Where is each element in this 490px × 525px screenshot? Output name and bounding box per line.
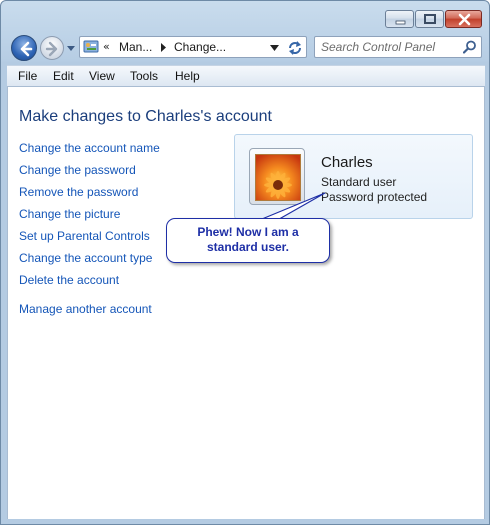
refresh-icon[interactable] xyxy=(284,38,306,58)
search-input[interactable] xyxy=(321,38,457,56)
forward-button[interactable] xyxy=(40,36,64,60)
back-arrow-icon xyxy=(20,41,33,57)
menu-bar: File Edit View Tools Help xyxy=(7,65,485,87)
manage-another-account-link[interactable]: Manage another account xyxy=(19,302,152,316)
account-picture-frame xyxy=(249,148,305,205)
minimize-button[interactable] xyxy=(385,10,414,28)
address-segment-change[interactable]: Change... xyxy=(174,40,226,54)
window-bottom-border xyxy=(1,519,489,524)
menu-edit[interactable]: Edit xyxy=(53,69,74,83)
address-bar[interactable]: « Man... Change... xyxy=(79,36,307,58)
back-button[interactable] xyxy=(11,35,37,61)
account-name: Charles xyxy=(321,154,373,171)
callout-line-2: standard user. xyxy=(206,240,290,254)
parental-controls-link[interactable]: Set up Parental Controls xyxy=(19,229,150,243)
menu-help[interactable]: Help xyxy=(175,69,200,83)
minimize-icon xyxy=(395,20,406,25)
annotation-callout: Phew! Now I am a standard user. xyxy=(166,218,330,263)
title-bar xyxy=(1,1,489,33)
menu-view[interactable]: View xyxy=(89,69,115,83)
chevron-down-icon[interactable] xyxy=(270,45,279,51)
change-account-name-link[interactable]: Change the account name xyxy=(19,141,160,155)
change-account-type-link[interactable]: Change the account type xyxy=(19,251,152,265)
breadcrumb-arrow-icon[interactable] xyxy=(160,43,168,52)
recent-pages-dropdown[interactable] xyxy=(66,43,76,53)
maximize-icon xyxy=(424,14,436,24)
page-title: Make changes to Charles's account xyxy=(19,108,272,125)
control-panel-icon xyxy=(83,40,99,53)
address-segment-manage[interactable]: Man... xyxy=(119,40,152,54)
menu-file[interactable]: File xyxy=(18,69,37,83)
change-password-link[interactable]: Change the password xyxy=(19,163,136,177)
password-status: Password protected xyxy=(321,190,428,204)
menu-tools[interactable]: Tools xyxy=(130,69,158,83)
close-button[interactable] xyxy=(445,10,482,28)
forward-arrow-icon xyxy=(45,41,58,57)
search-icon[interactable] xyxy=(463,40,477,54)
account-type: Standard user xyxy=(321,175,397,189)
address-overflow-chevron[interactable]: « xyxy=(103,40,110,53)
flower-picture xyxy=(256,155,300,200)
search-box[interactable] xyxy=(314,36,482,58)
maximize-button[interactable] xyxy=(415,10,444,28)
callout-line-1: Phew! Now I am a xyxy=(197,225,299,239)
account-card: Charles Standard user Password protected xyxy=(234,134,473,219)
delete-account-link[interactable]: Delete the account xyxy=(19,273,119,287)
change-picture-link[interactable]: Change the picture xyxy=(19,207,120,221)
main-content: Make changes to Charles's account Change… xyxy=(7,87,485,519)
account-picture xyxy=(255,154,301,201)
close-icon xyxy=(458,13,471,26)
remove-password-link[interactable]: Remove the password xyxy=(19,185,138,199)
callout-text: Phew! Now I am a standard user. xyxy=(167,225,329,255)
